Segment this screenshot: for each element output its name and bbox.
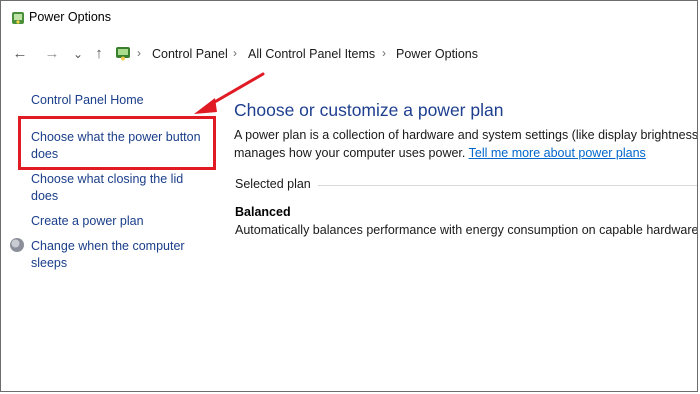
plan-description: Automatically balances performance with … — [235, 223, 698, 237]
description-text: manages how your computer uses power. — [234, 145, 469, 160]
page-title: Choose or customize a power plan — [234, 100, 504, 120]
up-arrow-icon[interactable]: ↑ — [89, 44, 109, 64]
chevron-right-icon[interactable]: › — [137, 46, 141, 60]
plan-name[interactable]: Balanced — [235, 205, 291, 219]
back-arrow-icon[interactable]: ← — [10, 44, 30, 64]
sidebar-item-home[interactable]: Control Panel Home — [31, 92, 211, 109]
divider — [318, 185, 697, 186]
window-title: Power Options — [29, 10, 111, 24]
selected-plan-label: Selected plan — [235, 177, 311, 191]
annotation-highlight-box — [18, 116, 216, 170]
chevron-right-icon[interactable]: › — [233, 46, 237, 60]
title-bar: Power Options — [1, 1, 697, 35]
sidebar-item-create-plan[interactable]: Create a power plan — [31, 213, 211, 230]
sidebar-item-sleep[interactable]: Change when the computer sleeps — [31, 238, 211, 272]
control-panel-icon — [116, 47, 130, 61]
chevron-right-icon[interactable]: › — [382, 46, 386, 60]
sidebar-item-label[interactable]: Create a power plan — [31, 213, 211, 230]
breadcrumb-control-panel[interactable]: Control Panel — [152, 47, 228, 61]
sidebar-item-label[interactable]: sleeps — [31, 255, 211, 272]
sidebar-item-closing-lid[interactable]: Choose what closing the lid does — [31, 171, 211, 205]
sidebar-item-label[interactable]: Change when the computer — [31, 238, 211, 255]
breadcrumb-all-items[interactable]: All Control Panel Items — [248, 47, 375, 61]
description-line: manages how your computer uses power. Te… — [234, 145, 697, 163]
chevron-down-icon[interactable]: ⌄ — [68, 44, 88, 64]
sidebar-home-link[interactable]: Control Panel Home — [31, 92, 211, 109]
breadcrumb-power-options[interactable]: Power Options — [396, 47, 478, 61]
navigation-bar: ← → ⌄ ↑ › Control Panel › All Control Pa… — [1, 39, 697, 69]
forward-arrow-icon[interactable]: → — [42, 44, 62, 64]
description: A power plan is a collection of hardware… — [234, 127, 698, 163]
tell-me-more-link[interactable]: Tell me more about power plans — [469, 146, 646, 160]
power-options-icon — [12, 12, 24, 24]
description-line: A power plan is a collection of hardware… — [234, 128, 698, 142]
sidebar-item-label[interactable]: does — [31, 188, 211, 205]
shield-icon — [10, 238, 24, 252]
sidebar-item-label[interactable]: Choose what closing the lid — [31, 171, 211, 188]
window: Power Options ← → ⌄ ↑ › Control Panel › … — [0, 0, 698, 392]
